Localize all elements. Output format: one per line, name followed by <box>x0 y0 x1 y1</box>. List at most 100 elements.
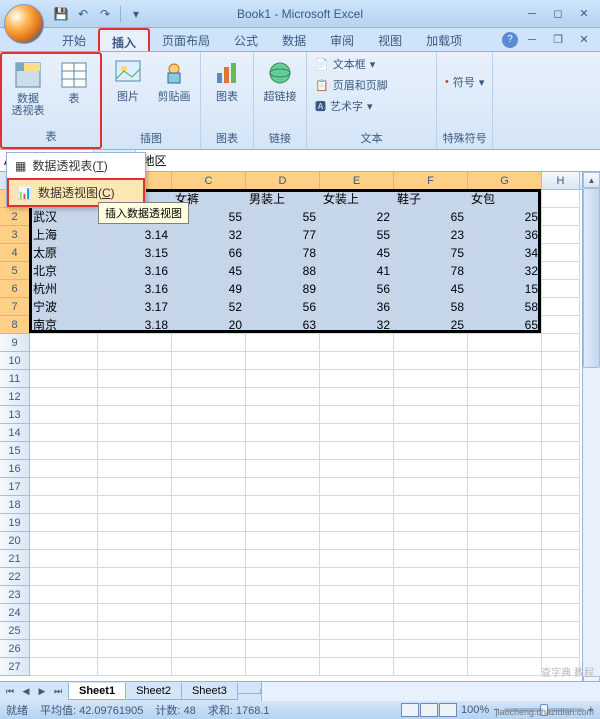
cell-B12[interactable] <box>98 388 172 406</box>
cell-B14[interactable] <box>98 424 172 442</box>
cell-F23[interactable] <box>394 586 468 604</box>
cell-H23[interactable] <box>542 586 580 604</box>
tab-review[interactable]: 审阅 <box>318 28 366 51</box>
cell-A10[interactable] <box>30 352 98 370</box>
cell-D10[interactable] <box>246 352 320 370</box>
cell-H8[interactable] <box>542 316 580 334</box>
cell-G1[interactable]: 女包 <box>468 190 542 208</box>
cell-G12[interactable] <box>468 388 542 406</box>
row-header-27[interactable]: 27 <box>0 658 30 676</box>
cell-E4[interactable]: 45 <box>320 244 394 262</box>
cell-D13[interactable] <box>246 406 320 424</box>
cell-B10[interactable] <box>98 352 172 370</box>
cell-B20[interactable] <box>98 532 172 550</box>
cell-E9[interactable] <box>320 334 394 352</box>
picture-button[interactable]: 图片 <box>106 54 150 129</box>
maximize-button[interactable]: ◻ <box>546 6 570 22</box>
cell-D21[interactable] <box>246 550 320 568</box>
cell-F16[interactable] <box>394 460 468 478</box>
cell-F27[interactable] <box>394 658 468 676</box>
cell-F15[interactable] <box>394 442 468 460</box>
pivot-table-button[interactable]: 数据 透视表 <box>6 56 50 127</box>
next-sheet-icon[interactable]: ▶ <box>34 684 50 700</box>
menu-item-pivottable[interactable]: ▦ 数据透视表(T) <box>7 153 145 178</box>
cell-B6[interactable]: 3.16 <box>98 280 172 298</box>
cell-C24[interactable] <box>172 604 246 622</box>
cell-F22[interactable] <box>394 568 468 586</box>
cell-E16[interactable] <box>320 460 394 478</box>
row-header-24[interactable]: 24 <box>0 604 30 622</box>
cell-H15[interactable] <box>542 442 580 460</box>
headerfooter-button[interactable]: 📋页眉和页脚 <box>311 75 392 95</box>
cell-G21[interactable] <box>468 550 542 568</box>
wordart-button[interactable]: 🅰艺术字▾ <box>311 96 392 116</box>
cell-F7[interactable]: 58 <box>394 298 468 316</box>
tab-view[interactable]: 视图 <box>366 28 414 51</box>
cell-E21[interactable] <box>320 550 394 568</box>
cell-H6[interactable] <box>542 280 580 298</box>
cell-G8[interactable]: 65 <box>468 316 542 334</box>
cell-G25[interactable] <box>468 622 542 640</box>
cell-F20[interactable] <box>394 532 468 550</box>
redo-icon[interactable]: ↷ <box>96 5 114 23</box>
cell-D1[interactable]: 男装上 <box>246 190 320 208</box>
cell-E25[interactable] <box>320 622 394 640</box>
cell-A16[interactable] <box>30 460 98 478</box>
cell-B19[interactable] <box>98 514 172 532</box>
cell-A23[interactable] <box>30 586 98 604</box>
row-header-26[interactable]: 26 <box>0 640 30 658</box>
cell-E24[interactable] <box>320 604 394 622</box>
cell-H5[interactable] <box>542 262 580 280</box>
cell-A4[interactable]: 太原 <box>30 244 98 262</box>
row-header-5[interactable]: 5 <box>0 262 30 280</box>
cell-G14[interactable] <box>468 424 542 442</box>
cell-C20[interactable] <box>172 532 246 550</box>
cell-F19[interactable] <box>394 514 468 532</box>
workbook-close-button[interactable]: ✕ <box>572 32 596 48</box>
cell-G26[interactable] <box>468 640 542 658</box>
cell-E20[interactable] <box>320 532 394 550</box>
cell-C14[interactable] <box>172 424 246 442</box>
cell-H25[interactable] <box>542 622 580 640</box>
row-header-17[interactable]: 17 <box>0 478 30 496</box>
cell-C3[interactable]: 32 <box>172 226 246 244</box>
new-sheet-button[interactable] <box>237 689 261 694</box>
cell-A22[interactable] <box>30 568 98 586</box>
cell-A26[interactable] <box>30 640 98 658</box>
pagebreak-view-button[interactable] <box>439 703 457 717</box>
cell-G15[interactable] <box>468 442 542 460</box>
horizontal-scrollbar[interactable] <box>261 682 600 701</box>
row-header-8[interactable]: 8 <box>0 316 30 334</box>
cell-B3[interactable]: 3.14 <box>98 226 172 244</box>
row-header-23[interactable]: 23 <box>0 586 30 604</box>
vertical-scrollbar[interactable]: ▲ ▼ <box>582 172 600 692</box>
cell-D15[interactable] <box>246 442 320 460</box>
cell-H20[interactable] <box>542 532 580 550</box>
cell-G13[interactable] <box>468 406 542 424</box>
row-header-12[interactable]: 12 <box>0 388 30 406</box>
table-button[interactable]: 表 <box>52 56 96 127</box>
tab-data[interactable]: 数据 <box>270 28 318 51</box>
cell-D2[interactable]: 55 <box>246 208 320 226</box>
cell-H1[interactable] <box>542 190 580 208</box>
cell-E18[interactable] <box>320 496 394 514</box>
cell-F6[interactable]: 45 <box>394 280 468 298</box>
cell-C22[interactable] <box>172 568 246 586</box>
cell-E26[interactable] <box>320 640 394 658</box>
cell-D19[interactable] <box>246 514 320 532</box>
undo-icon[interactable]: ↶ <box>74 5 92 23</box>
row-header-15[interactable]: 15 <box>0 442 30 460</box>
cell-D5[interactable]: 88 <box>246 262 320 280</box>
cell-D9[interactable] <box>246 334 320 352</box>
cell-E8[interactable]: 32 <box>320 316 394 334</box>
save-icon[interactable]: 💾 <box>52 5 70 23</box>
cell-H22[interactable] <box>542 568 580 586</box>
normal-view-button[interactable] <box>401 703 419 717</box>
col-header-G[interactable]: G <box>468 172 542 189</box>
row-header-16[interactable]: 16 <box>0 460 30 478</box>
cell-D26[interactable] <box>246 640 320 658</box>
cell-G6[interactable]: 15 <box>468 280 542 298</box>
cell-A9[interactable] <box>30 334 98 352</box>
cell-C27[interactable] <box>172 658 246 676</box>
cell-F9[interactable] <box>394 334 468 352</box>
